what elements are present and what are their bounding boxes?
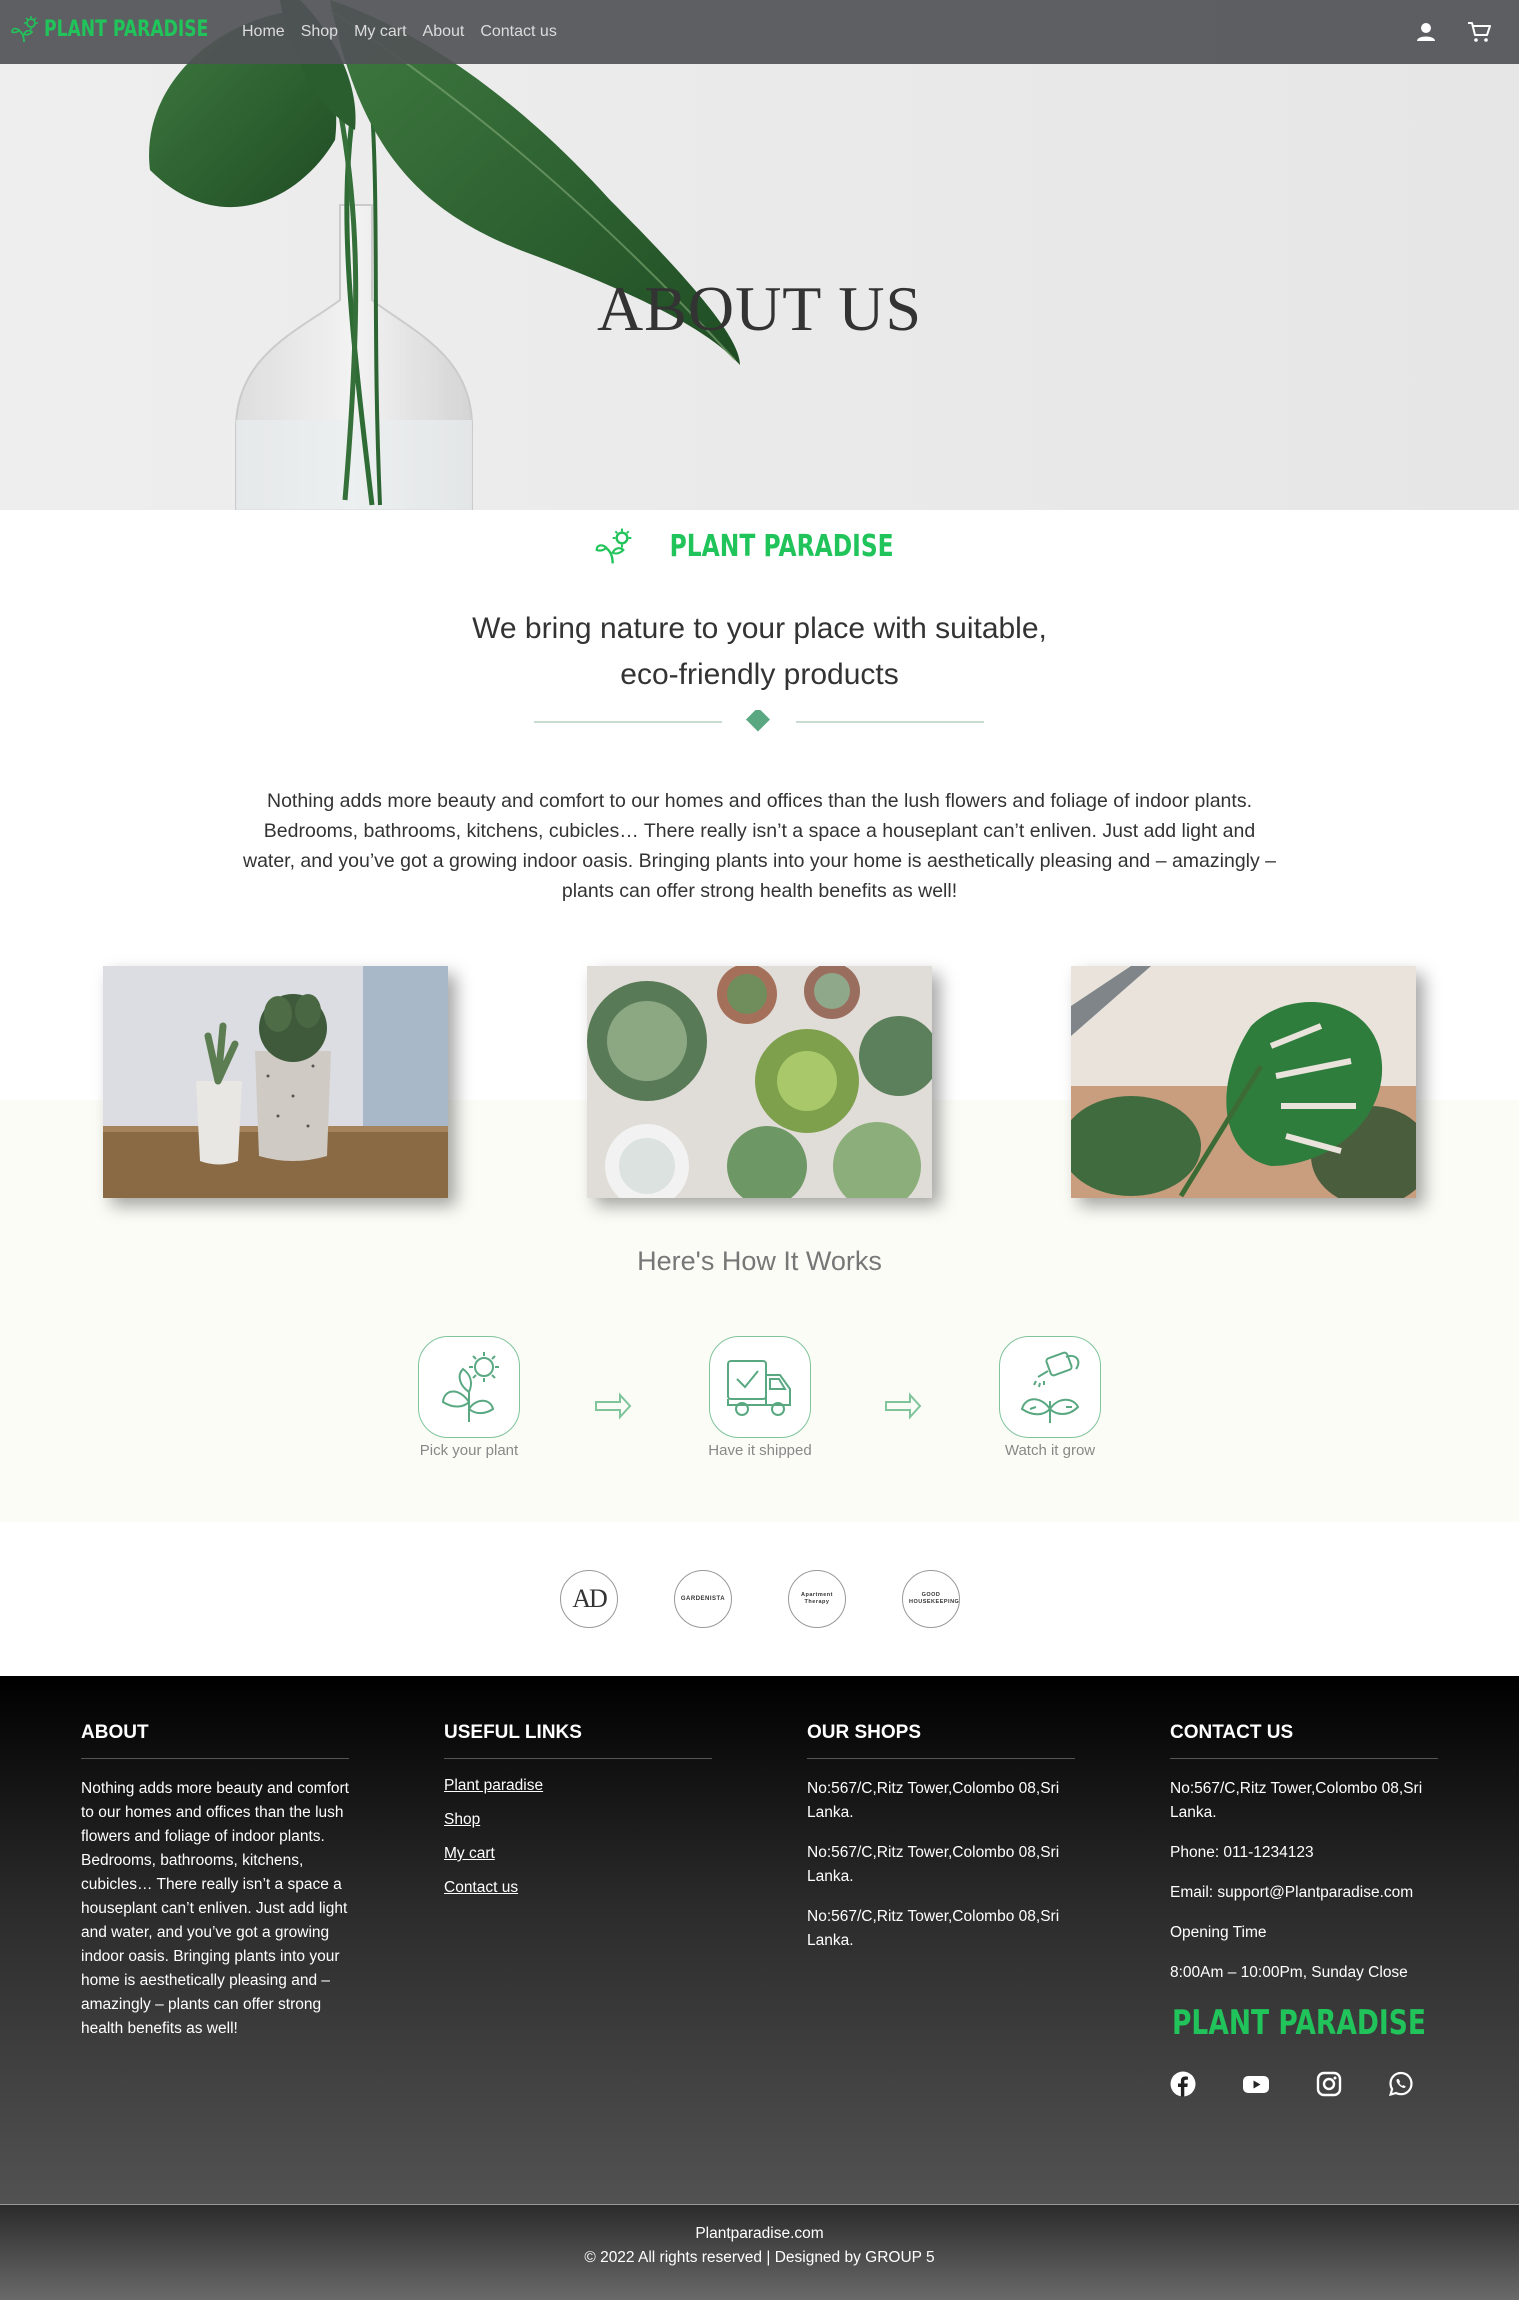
photo-cactus-pots [103,966,448,1198]
intro-paragraph: Nothing adds more beauty and comfort to … [242,790,1277,902]
nav-contact[interactable]: Contact us [480,23,556,41]
footer-contact: CONTACT US No:567/C,Ritz Tower,Colombo 0… [1170,1722,1438,2097]
contact-phone: Phone: 011-1234123 [1170,1844,1314,1861]
footer-contact-heading: CONTACT US [1170,1722,1438,1759]
plant-logo-icon [595,528,632,564]
footer-about-heading: ABOUT [81,1722,349,1759]
opening-hours: 8:00Am – 10:00Pm, Sunday Close [1170,1964,1408,1981]
partner-name: GARDENISTA [680,1595,726,1602]
photo-succulents [587,966,932,1198]
tagline-line-2: eco-friendly products [620,658,899,691]
top-navbar: PLANT PARADISE Home Shop My cart About C… [0,0,1519,64]
shop-address: No:567/C,Ritz Tower,Colombo 08,Sri Lanka… [807,1908,1060,1949]
footer-useful-links: USEFUL LINKS Plant paradise Shop My cart… [444,1722,712,1913]
footer-site-name: Plantparadise.com [695,2225,824,2242]
instagram-icon[interactable] [1316,2071,1342,2097]
brand-name: PLANT PARADISE [44,16,209,42]
shop-address: No:567/C,Ritz Tower,Colombo 08,Sri Lanka… [807,1844,1060,1885]
hero-banner: ABOUT US [0,0,1519,510]
partner-logo-ad[interactable]: AD [560,1570,618,1628]
step-have-shipped: Have it shipped [690,1336,830,1459]
footer-shops-heading: OUR SHOPS [807,1722,1075,1759]
partner-logo-apartment-therapy[interactable]: Apartment Therapy [788,1570,846,1628]
whatsapp-icon[interactable] [1388,2071,1414,2097]
delivery-truck-icon [709,1336,811,1438]
tagline-line-1: We bring nature to your place with suita… [472,612,1047,645]
how-it-works-title: Here's How It Works [637,1246,882,1276]
shop-address: No:567/C,Ritz Tower,Colombo 08,Sri Lanka… [807,1780,1060,1821]
partner-logo-good-housekeeping[interactable]: GOOD HOUSEKEEPING [902,1570,960,1628]
pick-plant-icon [418,1336,520,1438]
footer-links-heading: USEFUL LINKS [444,1722,712,1759]
footer-about: ABOUT Nothing adds more beauty and comfo… [81,1722,349,2041]
step-label: Have it shipped [708,1442,812,1459]
facebook-icon[interactable] [1170,2071,1196,2097]
brand-logo[interactable]: PLANT PARADISE [10,14,255,44]
intro-logo: PLANT PARADISE [0,526,1519,566]
nav-about[interactable]: About [423,23,465,41]
partner-name: AD [572,1584,608,1613]
arrow-right-icon [595,1392,632,1420]
partner-logo-gardenista[interactable]: GARDENISTA [674,1570,732,1628]
partner-name: GOOD HOUSEKEEPING [909,1592,960,1605]
nav-home[interactable]: Home [242,23,285,41]
youtube-icon[interactable] [1242,2071,1270,2097]
step-label: Watch it grow [1004,1442,1096,1459]
arrow-right-icon [885,1392,922,1420]
step-watch-grow: Watch it grow [980,1336,1120,1459]
footer-link-contact[interactable]: Contact us [444,1879,712,1897]
footer-our-shops: OUR SHOPS No:567/C,Ritz Tower,Colombo 08… [807,1722,1075,1969]
step-pick-plant: Pick your plant [399,1336,539,1459]
page-title: ABOUT US [596,273,923,344]
site-footer: ABOUT Nothing adds more beauty and comfo… [0,1676,1519,2204]
tagline: We bring nature to your place with suita… [0,606,1519,698]
footer-about-text: Nothing adds more beauty and comfort to … [81,1780,349,2037]
section-divider [534,710,984,732]
watering-can-icon [999,1336,1101,1438]
plant-logo-icon [11,16,38,43]
footer-link-my-cart[interactable]: My cart [444,1845,712,1863]
footer-brand-name: PLANT PARADISE [1172,2003,1426,2043]
footer-bottom-bar: Plantparadise.com © 2022 All rights rese… [0,2204,1519,2300]
footer-brand-logo: PLANT PARADISE [1170,2001,1438,2045]
hero-plant-image [149,0,740,510]
opening-time-label: Opening Time [1170,1924,1267,1941]
photo-monstera [1071,966,1416,1198]
intro-brand-name: PLANT PARADISE [669,528,894,564]
footer-link-plant-paradise[interactable]: Plant paradise [444,1777,712,1795]
cart-icon[interactable] [1467,20,1491,44]
user-icon[interactable] [1415,21,1437,43]
step-label: Pick your plant [419,1442,519,1459]
footer-link-shop[interactable]: Shop [444,1811,712,1829]
partner-name: Apartment Therapy [800,1592,833,1605]
contact-email: Email: support@Plantparadise.com [1170,1884,1414,1901]
copyright-text: © 2022 All rights reserved | Designed by… [584,2249,935,2266]
nav-icons [1415,20,1491,44]
contact-address: No:567/C,Ritz Tower,Colombo 08,Sri Lanka… [1170,1780,1423,1821]
main-nav: Home Shop My cart About Contact us [242,0,557,64]
nav-shop[interactable]: Shop [301,23,338,41]
social-links [1170,2071,1438,2097]
nav-my-cart[interactable]: My cart [354,23,406,41]
